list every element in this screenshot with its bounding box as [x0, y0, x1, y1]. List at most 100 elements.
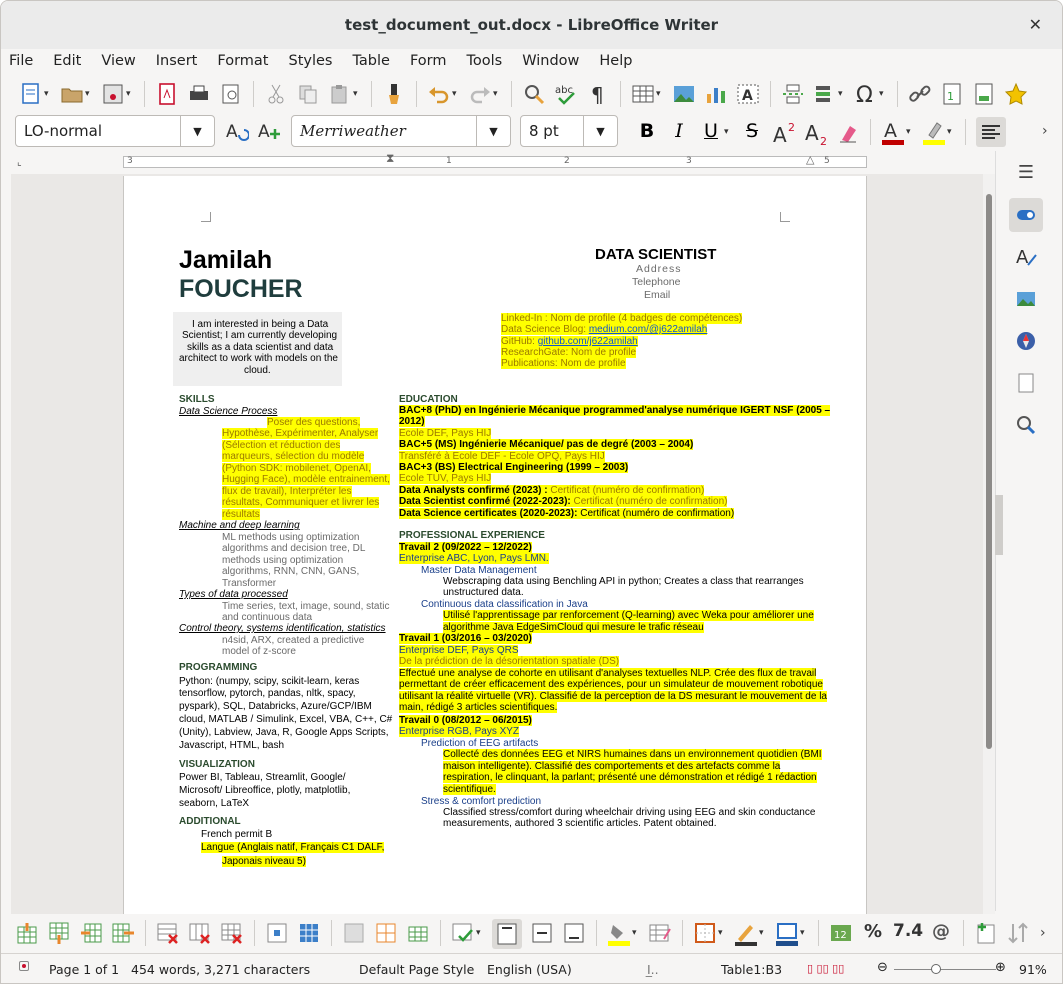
- zoom-out-icon[interactable]: ⊖: [877, 960, 888, 975]
- insert-rows-below-icon[interactable]: [47, 921, 71, 945]
- vertical-scrollbar[interactable]: [983, 174, 995, 914]
- insert-mode-icon[interactable]: I̲..: [647, 962, 659, 977]
- indent-marker-icon[interactable]: ⧗: [386, 151, 394, 166]
- border-style-icon[interactable]: [734, 921, 758, 946]
- tab-stop-icon[interactable]: ⌞: [17, 157, 22, 168]
- sidebar-menu-icon[interactable]: ☰: [1009, 155, 1043, 189]
- bookmark-star-icon[interactable]: [1004, 82, 1028, 106]
- menu-window[interactable]: Window: [522, 53, 579, 69]
- page-icon[interactable]: [1009, 366, 1043, 400]
- table-properties-grid-icon[interactable]: [406, 921, 430, 945]
- zoom-level[interactable]: 91%: [1019, 962, 1047, 977]
- align-left-icon[interactable]: [976, 117, 1006, 147]
- open-folder-icon[interactable]: [60, 82, 84, 106]
- paragraph-style-combo[interactable]: LO-normal ▼: [15, 115, 215, 147]
- delete-rows-icon[interactable]: [156, 921, 180, 945]
- table-style-icon[interactable]: [648, 921, 672, 945]
- menu-styles[interactable]: Styles: [288, 53, 332, 69]
- copy-icon[interactable]: [296, 82, 320, 106]
- borders-icon[interactable]: [693, 921, 717, 945]
- currency-format-button[interactable]: @: [929, 921, 953, 945]
- record-macro-icon[interactable]: [19, 961, 29, 971]
- language[interactable]: English (USA): [487, 962, 572, 977]
- view-layout-icon[interactable]: ▯ ▯▯ ▯▯: [807, 962, 844, 975]
- insert-columns-after-icon[interactable]: [111, 921, 135, 945]
- merge-cells-icon[interactable]: [342, 921, 366, 945]
- chevron-down-icon[interactable]: ▼: [476, 116, 510, 146]
- menu-format[interactable]: Format: [217, 53, 268, 69]
- chevron-down-icon[interactable]: ▼: [583, 116, 617, 146]
- delete-table-icon[interactable]: [220, 921, 244, 945]
- overflow-chevron-icon[interactable]: ›: [1042, 123, 1048, 139]
- gallery-icon[interactable]: [1009, 282, 1043, 316]
- clone-formatting-icon[interactable]: [382, 82, 406, 106]
- navigator-icon[interactable]: [1009, 324, 1043, 358]
- menu-table[interactable]: Table: [352, 53, 390, 69]
- blog-link[interactable]: medium.com/@j622amilah: [588, 324, 708, 335]
- percent-format-button[interactable]: %: [861, 921, 885, 945]
- hyperlink-icon[interactable]: [908, 82, 932, 106]
- menu-edit[interactable]: Edit: [53, 53, 81, 69]
- menu-help[interactable]: Help: [599, 53, 632, 69]
- comment-icon[interactable]: [972, 82, 996, 106]
- undo-icon[interactable]: [427, 82, 451, 106]
- paste-icon[interactable]: [328, 82, 352, 106]
- border-color-icon[interactable]: [775, 921, 799, 946]
- insert-image-icon[interactable]: [672, 82, 696, 106]
- zoom-slider-thumb[interactable]: [931, 964, 941, 974]
- zoom-in-icon[interactable]: ⊕: [995, 960, 1006, 975]
- export-pdf-icon[interactable]: [155, 82, 179, 106]
- font-name-combo[interactable]: Merriweather ▼: [291, 115, 511, 147]
- new-style-icon[interactable]: A: [257, 119, 281, 143]
- sidebar-collapse-handle[interactable]: [995, 495, 1003, 555]
- spelling-icon[interactable]: abc: [554, 82, 578, 106]
- menu-view[interactable]: View: [101, 53, 135, 69]
- page[interactable]: Jamilah FOUCHER DATA SCIENTIST Address T…: [123, 176, 867, 914]
- delete-columns-icon[interactable]: [188, 921, 212, 945]
- split-cells-icon[interactable]: [374, 921, 398, 945]
- right-indent-marker-icon[interactable]: △: [806, 153, 814, 166]
- insert-columns-before-icon[interactable]: [79, 921, 103, 945]
- new-document-icon[interactable]: [19, 82, 43, 106]
- menu-form[interactable]: Form: [410, 53, 447, 69]
- align-center-vertical-icon[interactable]: [530, 921, 554, 945]
- scroll-thumb[interactable]: [986, 194, 992, 749]
- menu-tools[interactable]: Tools: [467, 53, 503, 69]
- github-link[interactable]: github.com/j622amilah: [537, 336, 638, 347]
- word-count[interactable]: 454 words, 3,271 characters: [131, 962, 310, 977]
- select-cell-icon[interactable]: [265, 921, 289, 945]
- underline-icon[interactable]: U: [699, 120, 723, 144]
- insert-rows-above-icon[interactable]: [15, 921, 39, 945]
- chevron-down-icon[interactable]: ▼: [180, 116, 214, 146]
- align-bottom-icon[interactable]: [562, 921, 586, 945]
- page-break-icon[interactable]: [781, 82, 805, 106]
- menu-insert[interactable]: Insert: [156, 53, 198, 69]
- bold-icon[interactable]: B: [635, 120, 659, 144]
- number-recognition-icon[interactable]: 12: [829, 921, 853, 945]
- print-preview-icon[interactable]: [219, 82, 243, 106]
- clear-formatting-icon[interactable]: [836, 120, 860, 144]
- subscript-icon[interactable]: A2: [804, 120, 828, 148]
- save-icon[interactable]: [101, 82, 125, 106]
- inspector-icon[interactable]: [1009, 408, 1043, 442]
- align-top-icon[interactable]: [492, 919, 522, 949]
- highlight-color-icon[interactable]: [922, 120, 946, 145]
- insert-chart-icon[interactable]: [704, 82, 728, 106]
- autoformat-icon[interactable]: [451, 921, 475, 945]
- horizontal-ruler[interactable]: 3 ⧗ 1 2 3 △ 5: [123, 151, 867, 168]
- close-icon[interactable]: ✕: [1029, 15, 1042, 34]
- insert-caption-icon[interactable]: [974, 921, 998, 945]
- redo-icon[interactable]: [468, 82, 492, 106]
- page-style[interactable]: Default Page Style: [359, 962, 474, 977]
- formatting-marks-icon[interactable]: ¶: [586, 82, 610, 107]
- zoom-slider[interactable]: [894, 969, 996, 970]
- special-character-icon[interactable]: Ω: [854, 82, 878, 108]
- font-color-icon[interactable]: A: [881, 120, 905, 145]
- sort-icon[interactable]: [1006, 921, 1030, 945]
- overflow-chevron-icon[interactable]: ›: [1040, 925, 1046, 941]
- italic-icon[interactable]: I: [667, 120, 691, 144]
- strikethrough-icon[interactable]: S: [740, 120, 764, 144]
- insert-field-icon[interactable]: [813, 82, 837, 106]
- font-size-combo[interactable]: 8 pt ▼: [520, 115, 618, 147]
- cut-icon[interactable]: [264, 82, 288, 106]
